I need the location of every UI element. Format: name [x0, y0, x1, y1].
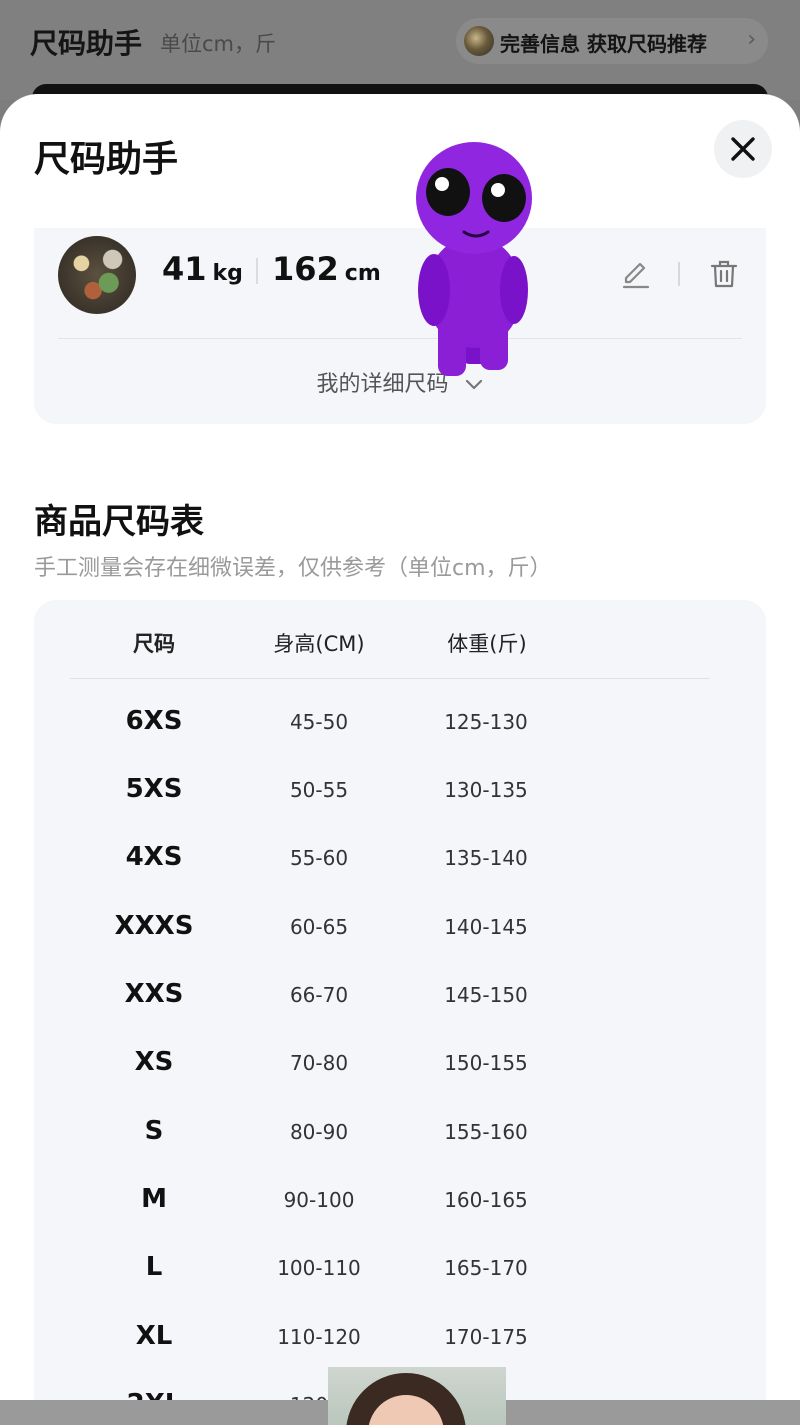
height-cell: 60-65: [289, 915, 349, 939]
weight-cell: 150-155: [444, 1051, 528, 1075]
size-cell: S: [144, 1116, 164, 1146]
size-cell: XL: [135, 1321, 173, 1351]
pencil-icon: [622, 262, 650, 289]
chevron-down-icon: [465, 379, 482, 390]
delete-button[interactable]: [708, 258, 740, 290]
divider: [70, 678, 710, 679]
background-subtitle: 单位cm，斤: [160, 32, 277, 56]
size-chart-note: 手工测量会存在细微误差，仅供参考（单位cm，斤）: [34, 556, 552, 581]
sheet-title: 尺码助手: [34, 139, 179, 180]
weight-cell: 160-165: [444, 1188, 528, 1212]
camera-overlay: [328, 1367, 506, 1425]
table-row: L 100-110 165-170: [34, 1238, 766, 1306]
column-header-weight: 体重(斤): [447, 632, 527, 656]
close-button[interactable]: [714, 120, 772, 178]
weight-cell: 130-135: [444, 778, 528, 802]
height-cell: 110-120: [277, 1325, 361, 1349]
table-row: 5XS 50-55 130-135: [34, 760, 766, 828]
divider: [678, 262, 680, 286]
table-row: 6XS 45-50 125-130: [34, 692, 766, 760]
divider: [256, 258, 258, 284]
table-row: 4XS 55-60 135-140: [34, 828, 766, 896]
size-chart-title: 商品尺码表: [34, 502, 204, 542]
size-cell: 5XS: [125, 774, 183, 804]
size-cell: M: [141, 1184, 167, 1214]
height-cell: 70-80: [289, 1051, 349, 1075]
trash-icon: [710, 260, 738, 288]
column-header-height: 身高(CM): [273, 632, 365, 656]
alien-sticker: [416, 142, 532, 376]
weight-cell: 170-175: [444, 1325, 528, 1349]
table-row: XL 110-120 170-175: [34, 1307, 766, 1375]
size-cell: 4XS: [125, 842, 183, 872]
weight-cell: 135-140: [444, 846, 528, 870]
weight-unit: kg: [212, 261, 243, 286]
weight-cell: 140-145: [444, 915, 528, 939]
table-row: XXXS 60-65 140-145: [34, 897, 766, 965]
size-cell: 2XL: [84, 1389, 224, 1400]
weight-cell: 165-170: [444, 1256, 528, 1280]
table-row: S 80-90 155-160: [34, 1102, 766, 1170]
height-unit: cm: [344, 261, 381, 286]
weight-cell: 155-160: [444, 1120, 528, 1144]
size-recommend-label: 完善信息 获取尺码推荐: [500, 32, 707, 56]
size-cell: 6XS: [125, 706, 183, 736]
table-row: XS 70-80 150-155: [34, 1033, 766, 1101]
height-value: 162: [272, 250, 339, 288]
close-icon: [731, 137, 755, 161]
height-cell: 100-110: [277, 1256, 361, 1280]
size-cell: XXS: [124, 979, 184, 1009]
divider: [58, 338, 742, 339]
edit-button[interactable]: [620, 258, 652, 290]
detailed-size-link[interactable]: 我的详细尺码: [34, 366, 766, 398]
weight-cell: 125-130: [444, 710, 528, 734]
column-header-size: 尺码: [133, 632, 175, 656]
height-cell: 90-100: [283, 1188, 355, 1212]
size-table: 尺码 身高(CM) 体重(斤) 6XS 45-50 125-130 5XS 50…: [34, 600, 766, 1400]
table-row: XXS 66-70 145-150: [34, 965, 766, 1033]
table-row: M 90-100 160-165: [34, 1170, 766, 1238]
chevron-right-icon: ›: [747, 27, 756, 52]
weight-value: 41: [162, 250, 207, 288]
size-cell: XXXS: [114, 911, 194, 941]
avatar: [464, 26, 494, 56]
weight-stat: 41 kg: [162, 250, 243, 288]
height-cell: 50-55: [289, 778, 349, 802]
profile-card: 41 kg 162 cm 我的详细尺码: [34, 228, 766, 424]
background-header: 尺码助手 单位cm，斤 完善信息 获取尺码推荐 ›: [0, 0, 800, 114]
size-cell: XS: [134, 1047, 174, 1077]
size-assistant-sheet: 尺码助手 41 kg 162 cm 我的详细尺码 商品尺码表 手工测量会存在细微…: [0, 94, 800, 1400]
height-cell: 55-60: [289, 846, 349, 870]
avatar: [58, 236, 136, 314]
weight-cell: 145-150: [444, 983, 528, 1007]
height-stat: 162 cm: [272, 250, 381, 288]
size-recommend-button[interactable]: 完善信息 获取尺码推荐 ›: [456, 18, 768, 64]
background-title: 尺码助手: [30, 27, 143, 60]
size-cell: L: [145, 1252, 163, 1282]
height-cell: 66-70: [289, 983, 349, 1007]
height-cell: 45-50: [289, 710, 349, 734]
height-cell: 80-90: [289, 1120, 349, 1144]
